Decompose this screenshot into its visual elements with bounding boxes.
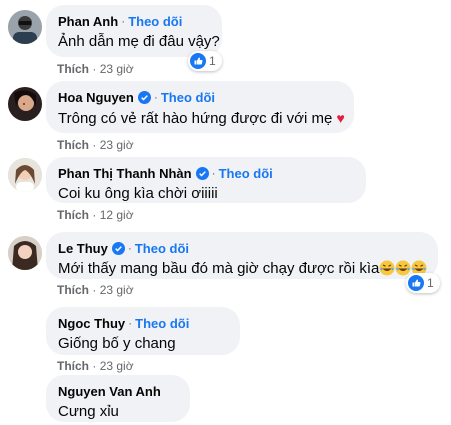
avatar[interactable] bbox=[8, 87, 42, 121]
like-link[interactable]: Thích bbox=[57, 208, 89, 222]
comment-bubble: Phan Anh · Theo dõi Ảnh dẫn mẹ đi đâu vậ… bbox=[46, 5, 222, 57]
separator: · bbox=[121, 14, 126, 28]
commenter-name[interactable]: Ngoc Thuy bbox=[58, 316, 125, 331]
separator: · bbox=[92, 208, 97, 222]
separator: · bbox=[92, 138, 97, 152]
commenter-name[interactable]: Hoa Nguyen bbox=[58, 90, 134, 105]
separator: · bbox=[92, 62, 97, 76]
comment-bubble: Le Thuy · Theo dõi Mới thấy mang bầu đó … bbox=[46, 232, 438, 279]
laughing-emoji bbox=[379, 260, 395, 282]
comment-actions: Thích · 23 giờ bbox=[57, 62, 134, 76]
comment-text-body: Trông có vẻ rất hào hứng được đi với mẹ bbox=[58, 110, 333, 127]
separator: · bbox=[92, 283, 97, 297]
separator: · bbox=[127, 241, 132, 255]
reaction-number: 1 bbox=[427, 276, 434, 290]
avatar[interactable] bbox=[8, 312, 42, 346]
reaction-number: 1 bbox=[209, 54, 216, 68]
avatar[interactable] bbox=[8, 10, 42, 44]
comment-text-body: Mới thấy mang bầu đó mà giờ chạy được rồ… bbox=[58, 260, 380, 277]
verified-badge-icon bbox=[111, 241, 125, 255]
commenter-name[interactable]: Nguyen Van Anh bbox=[58, 384, 161, 399]
separator: · bbox=[128, 316, 133, 330]
like-link[interactable]: Thích bbox=[57, 62, 89, 76]
comment-actions: Thích · 23 giờ bbox=[57, 359, 134, 373]
avatar[interactable] bbox=[8, 236, 42, 270]
comment-actions: Thích · 23 giờ bbox=[57, 138, 134, 152]
heart-emoji: ♥ bbox=[336, 110, 345, 126]
commenter-name[interactable]: Phan Anh bbox=[58, 14, 118, 29]
commenter-name[interactable]: Phan Thị Thanh Nhàn bbox=[58, 166, 192, 181]
like-link[interactable]: Thích bbox=[57, 138, 89, 152]
comment-text: Cưng xỉu bbox=[58, 403, 119, 420]
comment-text: Trông có vẻ rất hào hứng được đi với mẹ … bbox=[58, 108, 345, 129]
comment-text: Mới thấy mang bầu đó mà giờ chạy được rồ… bbox=[58, 259, 427, 282]
comment-actions: Thích · 12 giờ bbox=[57, 208, 134, 222]
comment-text: Ảnh dẫn mẹ đi đâu vậy? bbox=[58, 33, 220, 50]
thumbs-up-icon bbox=[408, 275, 424, 291]
timestamp[interactable]: 12 giờ bbox=[100, 208, 134, 222]
like-link[interactable]: Thích bbox=[57, 283, 89, 297]
comment-bubble: Phan Thị Thanh Nhàn · Theo dõi Coi ku ôn… bbox=[46, 157, 366, 203]
comment-bubble: Hoa Nguyen · Theo dõi Trông có vẻ rất hà… bbox=[46, 81, 354, 133]
comment-text: Giống bố y chang bbox=[58, 335, 176, 352]
verified-badge-icon bbox=[195, 166, 209, 180]
comment-bubble: Ngoc Thuy · Theo dõi Giống bố y chang bbox=[46, 307, 240, 355]
comment-actions: Thích · 23 giờ bbox=[57, 283, 134, 297]
commenter-name[interactable]: Le Thuy bbox=[58, 241, 108, 256]
separator: · bbox=[92, 359, 97, 373]
comment-text: Coi ku ông kìa chời ơiiiii bbox=[58, 185, 218, 202]
follow-link[interactable]: Theo dõi bbox=[128, 14, 182, 29]
follow-link[interactable]: Theo dõi bbox=[161, 90, 215, 105]
avatar[interactable] bbox=[8, 158, 42, 192]
follow-link[interactable]: Theo dõi bbox=[219, 166, 273, 181]
timestamp[interactable]: 23 giờ bbox=[100, 138, 134, 152]
timestamp[interactable]: 23 giờ bbox=[100, 62, 134, 76]
avatar[interactable] bbox=[8, 385, 42, 419]
timestamp[interactable]: 23 giờ bbox=[100, 359, 134, 373]
separator: · bbox=[211, 166, 216, 180]
verified-badge-icon bbox=[137, 90, 151, 104]
follow-link[interactable]: Theo dõi bbox=[135, 241, 189, 256]
timestamp[interactable]: 23 giờ bbox=[100, 283, 134, 297]
like-link[interactable]: Thích bbox=[57, 359, 89, 373]
comment-bubble: Nguyen Van Anh Cưng xỉu bbox=[46, 375, 190, 422]
follow-link[interactable]: Theo dõi bbox=[135, 316, 189, 331]
reaction-count[interactable]: 1 bbox=[406, 273, 440, 293]
thumbs-up-icon bbox=[190, 53, 206, 69]
reaction-count[interactable]: 1 bbox=[188, 51, 222, 71]
separator: · bbox=[153, 90, 158, 104]
